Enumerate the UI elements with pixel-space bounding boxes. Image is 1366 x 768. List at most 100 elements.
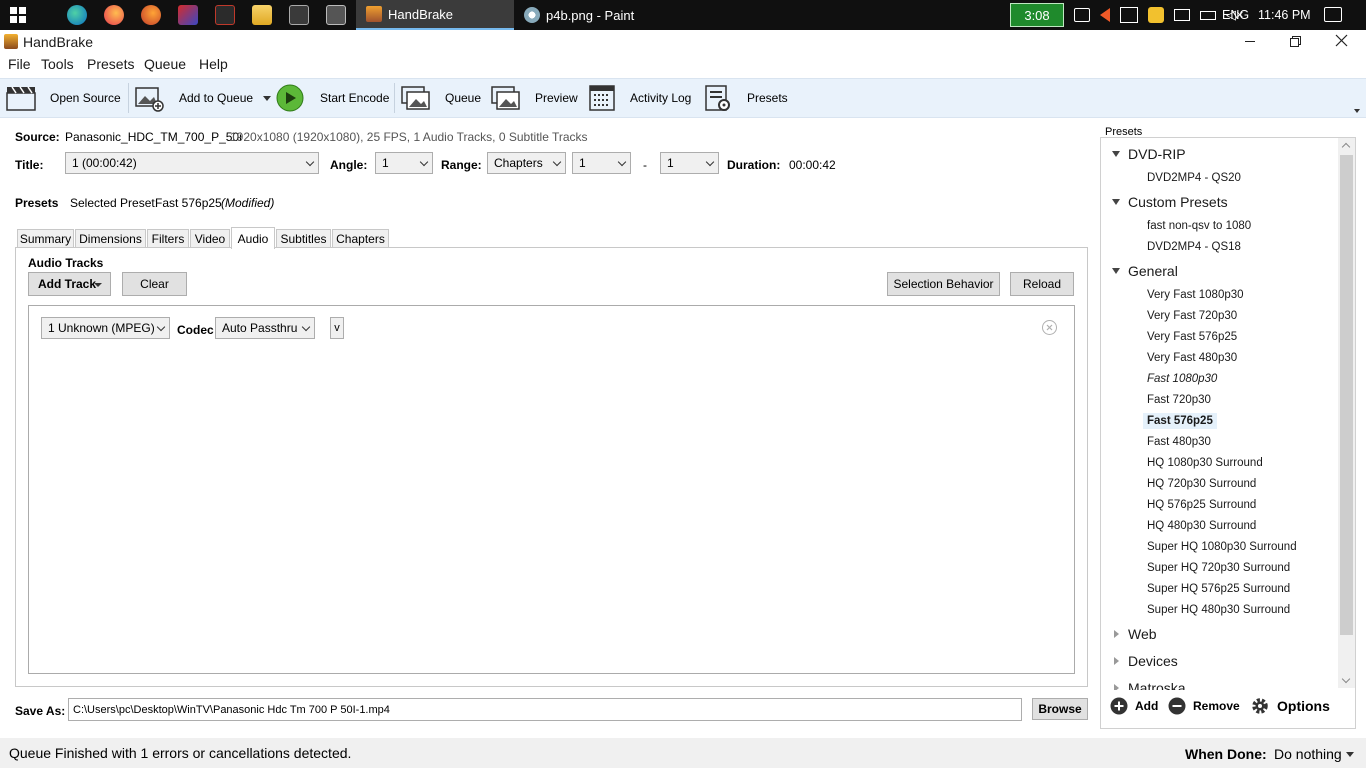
preset-item[interactable]: Super HQ 1080p30 Surround xyxy=(1143,539,1301,555)
browse-button[interactable]: Browse xyxy=(1032,698,1088,720)
add-icon xyxy=(1110,697,1128,715)
close-button[interactable] xyxy=(1320,30,1366,54)
track-expand-button[interactable]: v xyxy=(330,317,344,339)
minimize-button[interactable] xyxy=(1228,30,1274,54)
notifications-icon[interactable] xyxy=(1324,7,1342,22)
dropdown-arrow-icon[interactable] xyxy=(1346,752,1354,757)
scroll-up-icon[interactable] xyxy=(1341,142,1351,152)
firefox-dev-icon[interactable] xyxy=(141,5,161,25)
title-select[interactable]: 1 (00:00:42) xyxy=(65,152,319,174)
tab-label: Summary xyxy=(19,232,72,246)
range-type-select[interactable]: Chapters xyxy=(487,152,566,174)
preset-group-web[interactable]: Web xyxy=(1128,626,1157,642)
menu-help[interactable]: Help xyxy=(199,56,228,72)
display-icon[interactable] xyxy=(1174,9,1190,21)
selection-behavior-button[interactable]: Selection Behavior xyxy=(887,272,1000,296)
app-red-icon[interactable] xyxy=(178,5,198,25)
preset-item[interactable]: DVD2MP4 - QS20 xyxy=(1143,170,1245,186)
timer-badge[interactable]: 3:08 xyxy=(1010,3,1064,27)
remove-track-icon[interactable] xyxy=(1042,320,1057,335)
preset-item[interactable]: Super HQ 720p30 Surround xyxy=(1143,560,1294,576)
preset-item[interactable]: fast non-qsv to 1080 xyxy=(1143,218,1255,234)
start-button[interactable] xyxy=(10,7,26,23)
language-indicator[interactable]: ENG xyxy=(1222,0,1249,30)
preset-item[interactable]: Very Fast 480p30 xyxy=(1143,350,1241,366)
range-start-select[interactable]: 1 xyxy=(572,152,631,174)
clear-button[interactable]: Clear xyxy=(122,272,187,296)
clock[interactable]: 11:46 PM xyxy=(1258,0,1311,30)
queue-button[interactable]: Queue xyxy=(401,79,481,117)
start-encode-button[interactable]: Start Encode xyxy=(276,79,389,117)
angle-select[interactable]: 1 xyxy=(375,152,433,174)
preset-group-custom[interactable]: Custom Presets xyxy=(1128,194,1228,210)
save-as-path-input[interactable] xyxy=(68,698,1022,721)
tab-summary[interactable]: Summary xyxy=(17,229,74,248)
add-to-queue-button[interactable]: Add to Queue xyxy=(135,79,272,117)
expand-triangle-icon[interactable] xyxy=(1112,151,1120,157)
volume-icon[interactable] xyxy=(1100,8,1110,22)
preset-item[interactable]: Very Fast 1080p30 xyxy=(1143,287,1248,303)
preset-item[interactable]: DVD2MP4 - QS18 xyxy=(1143,239,1245,255)
tab-dimensions[interactable]: Dimensions xyxy=(75,229,146,248)
collapsed-triangle-icon[interactable] xyxy=(1114,657,1119,665)
film-app-icon[interactable] xyxy=(326,5,346,25)
range-end-select[interactable]: 1 xyxy=(660,152,719,174)
menu-tools[interactable]: Tools xyxy=(41,56,74,72)
audio-source-select[interactable]: 1 Unknown (MPEG) xyxy=(41,317,170,339)
preset-item[interactable]: HQ 480p30 Surround xyxy=(1143,518,1260,534)
scrollbar-thumb[interactable] xyxy=(1340,155,1353,635)
tab-video[interactable]: Video xyxy=(190,229,230,248)
preset-item[interactable]: Very Fast 576p25 xyxy=(1143,329,1241,345)
preset-item[interactable]: HQ 576p25 Surround xyxy=(1143,497,1260,513)
tab-audio[interactable]: Audio xyxy=(231,227,275,249)
presets-scrollbar[interactable] xyxy=(1338,138,1355,688)
activity-log-button[interactable]: Activity Log xyxy=(588,79,691,117)
tab-filters[interactable]: Filters xyxy=(147,229,189,248)
presets-toolbar-button[interactable]: Presets xyxy=(703,79,788,117)
preset-group-general[interactable]: General xyxy=(1128,263,1178,279)
remove-preset-button[interactable]: Remove xyxy=(1168,697,1240,715)
when-done-select[interactable]: Do nothing xyxy=(1274,746,1342,762)
preset-item[interactable]: Very Fast 720p30 xyxy=(1143,308,1241,324)
tab-chapters[interactable]: Chapters xyxy=(332,229,389,248)
firefox-icon[interactable] xyxy=(104,5,124,25)
network-icon[interactable] xyxy=(1074,8,1090,22)
edge-icon[interactable] xyxy=(67,5,87,25)
taskbar-task-handbrake[interactable]: HandBrake xyxy=(356,0,514,30)
preview-button[interactable]: Preview xyxy=(491,79,578,117)
expand-triangle-icon[interactable] xyxy=(1112,268,1120,274)
battery-icon[interactable] xyxy=(1200,10,1216,20)
app-dark-icon[interactable] xyxy=(215,5,235,25)
restore-button[interactable] xyxy=(1274,30,1320,54)
preset-item[interactable]: Super HQ 480p30 Surround xyxy=(1143,602,1294,618)
preset-item[interactable]: Super HQ 576p25 Surround xyxy=(1143,581,1294,597)
options-button[interactable]: Options xyxy=(1250,696,1330,716)
preset-item-selected[interactable]: Fast 576p25 xyxy=(1143,413,1217,429)
preset-item[interactable]: HQ 720p30 Surround xyxy=(1143,476,1260,492)
tab-subtitles[interactable]: Subtitles xyxy=(276,229,331,248)
open-source-button[interactable]: Open Source xyxy=(6,79,121,117)
toolbar-overflow-icon[interactable] xyxy=(1354,109,1360,113)
preset-item[interactable]: Fast 1080p30 xyxy=(1143,371,1221,387)
menu-file[interactable]: File xyxy=(8,56,31,72)
tray-app-icon[interactable] xyxy=(1120,7,1138,23)
file-explorer-icon[interactable] xyxy=(252,5,272,25)
dropdown-arrow-icon[interactable] xyxy=(263,95,272,101)
reload-button[interactable]: Reload xyxy=(1010,272,1074,296)
preset-group-dvd-rip[interactable]: DVD-RIP xyxy=(1128,146,1186,162)
preset-group-devices[interactable]: Devices xyxy=(1128,653,1178,669)
preset-item[interactable]: HQ 1080p30 Surround xyxy=(1143,455,1267,471)
menu-presets[interactable]: Presets xyxy=(87,56,134,72)
expand-triangle-icon[interactable] xyxy=(1112,199,1120,205)
add-preset-button[interactable]: Add xyxy=(1110,697,1158,715)
calculator-icon[interactable] xyxy=(289,5,309,25)
preset-item[interactable]: Fast 720p30 xyxy=(1143,392,1215,408)
taskbar-task-paint[interactable]: p4b.png - Paint xyxy=(514,0,672,30)
security-icon[interactable] xyxy=(1148,7,1164,23)
menu-queue[interactable]: Queue xyxy=(144,56,186,72)
add-track-button[interactable]: Add Track xyxy=(28,272,111,296)
preset-item[interactable]: Fast 480p30 xyxy=(1143,434,1215,450)
scroll-down-icon[interactable] xyxy=(1341,674,1351,684)
codec-select[interactable]: Auto Passthru xyxy=(215,317,315,339)
collapsed-triangle-icon[interactable] xyxy=(1114,630,1119,638)
